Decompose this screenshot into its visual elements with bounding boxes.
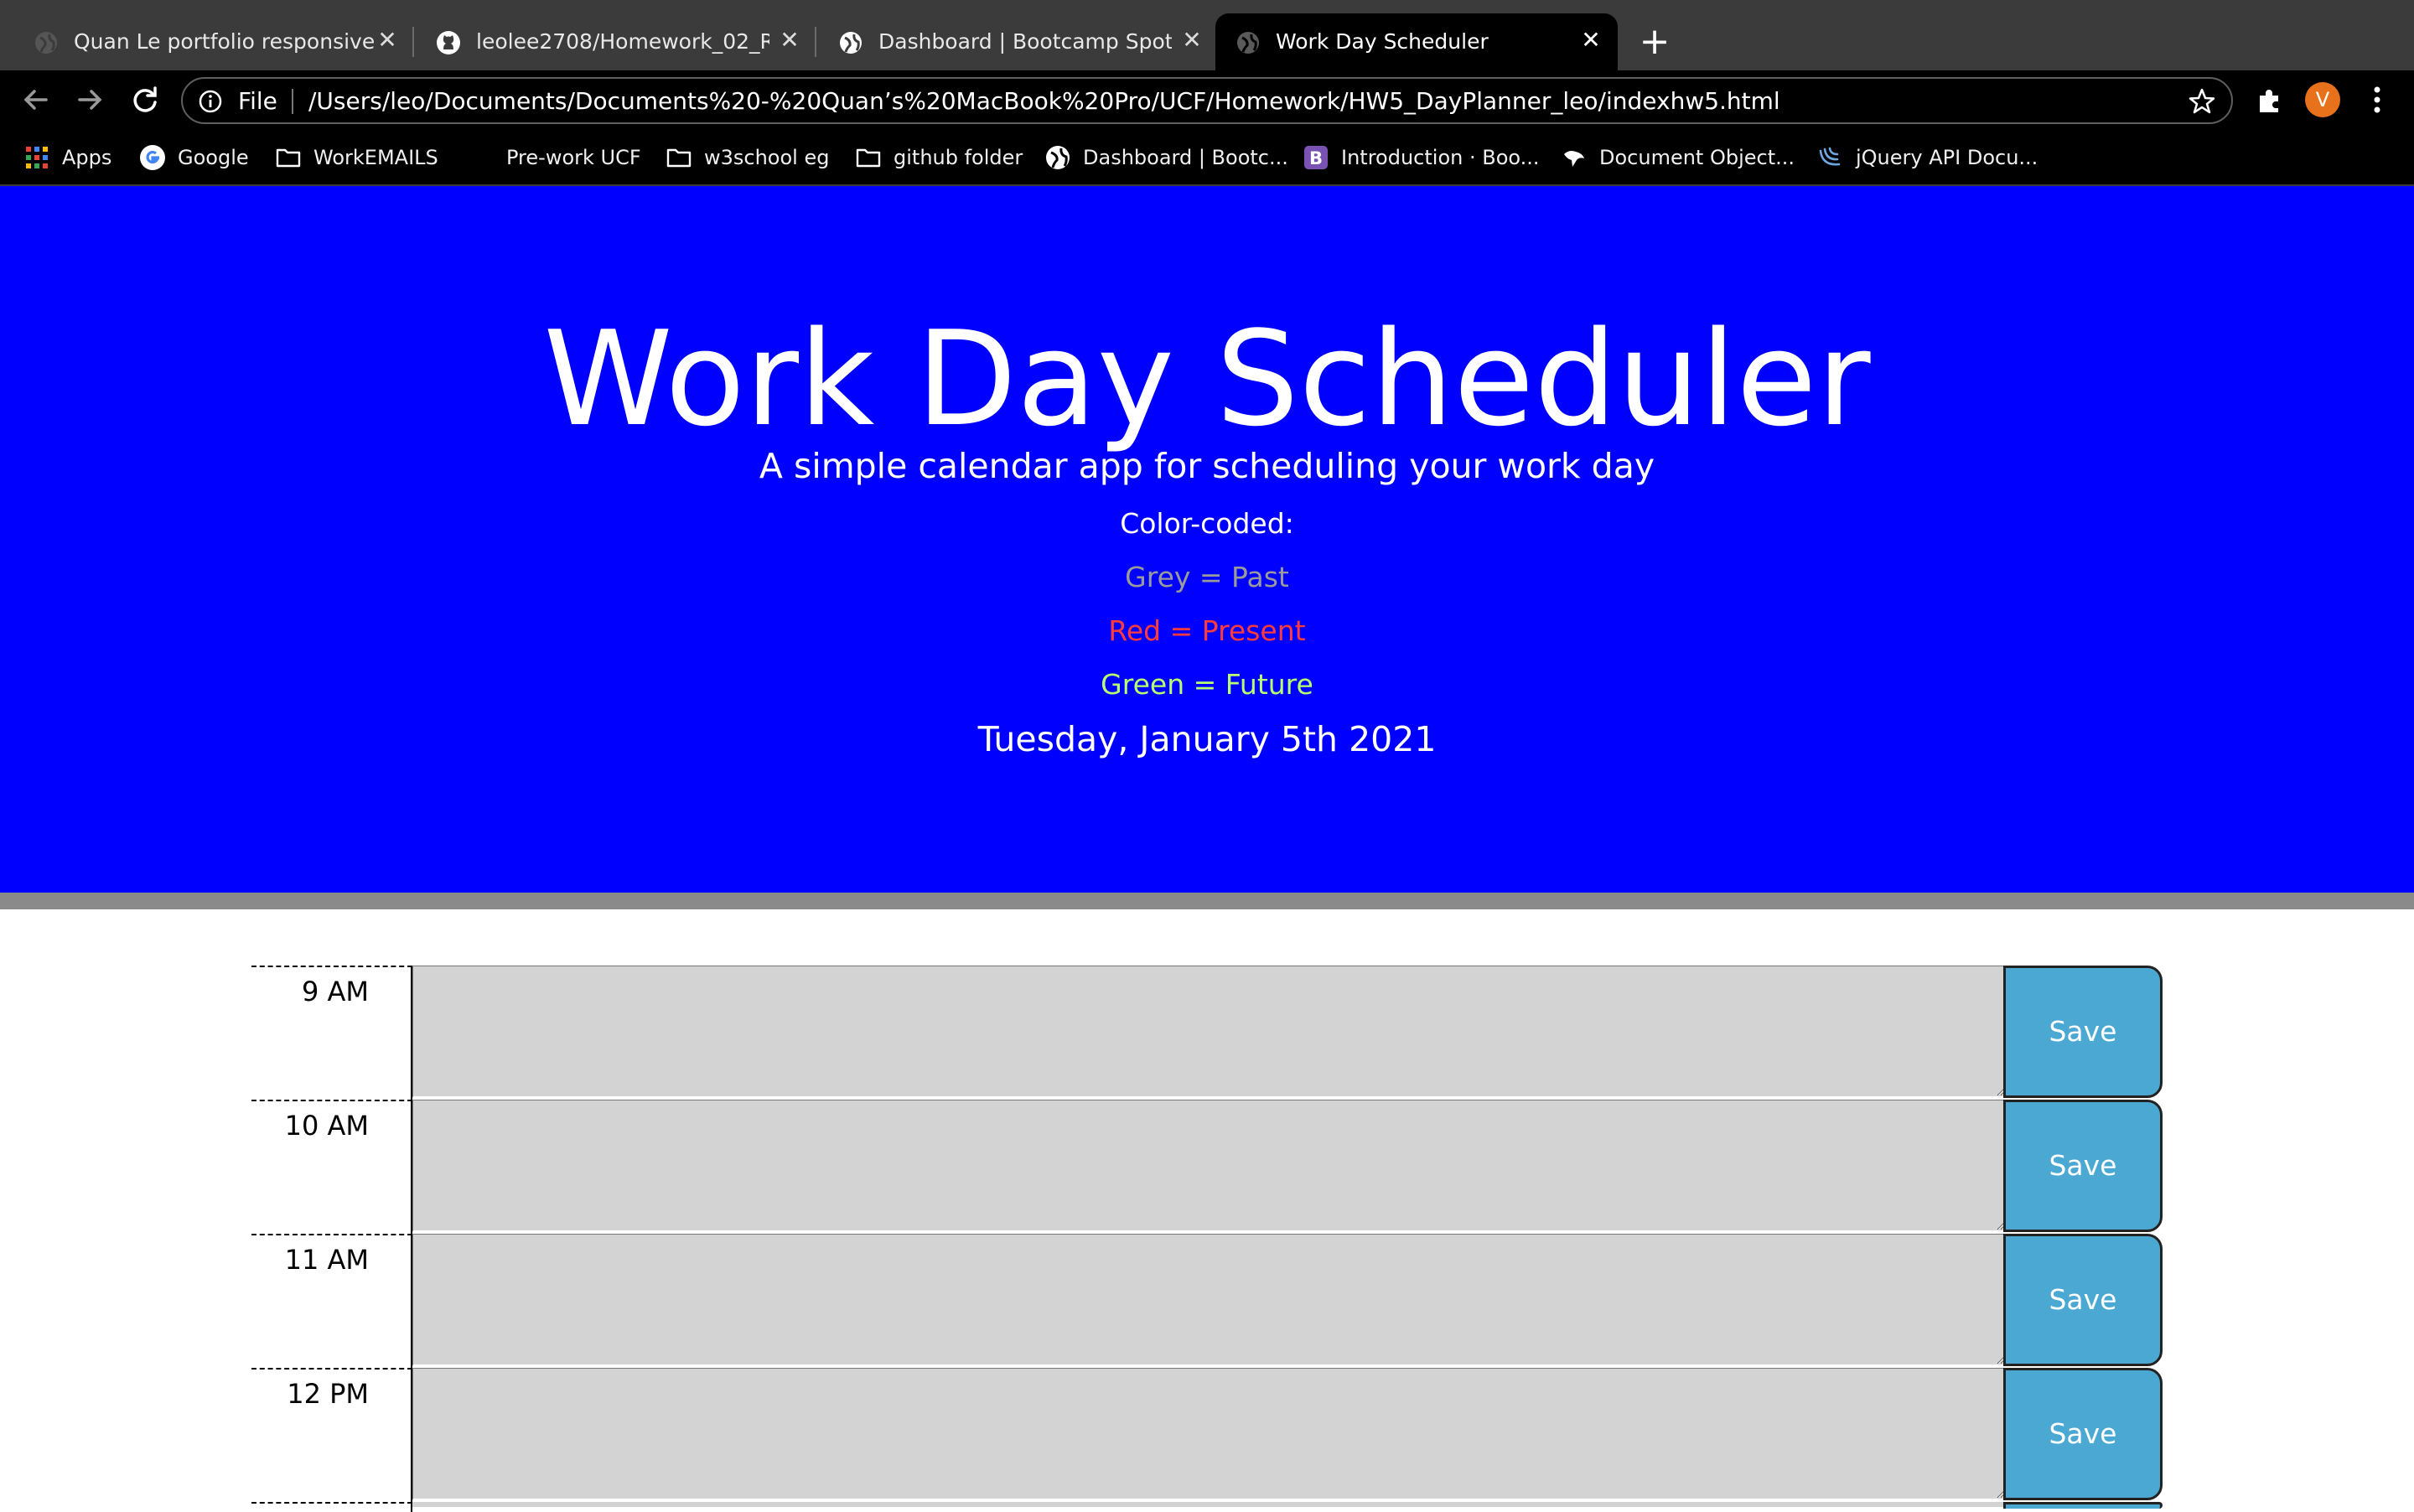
current-day: Tuesday, January 5th 2021 — [977, 719, 1437, 759]
save-button[interactable]: Save — [2003, 966, 2163, 1098]
timeblock-row: 11 AM Save — [251, 1234, 2163, 1368]
bookmarks-bar: Apps Google WorkEMAILS Pre-work UCF w3sc… — [0, 129, 2414, 186]
save-button[interactable]: Save — [2003, 1368, 2163, 1500]
tab-title: Quan Le portfolio responsive p — [74, 29, 376, 54]
bookmark-star-icon[interactable] — [2188, 87, 2216, 116]
bookmark-jquery-api[interactable]: jQuery API Docu... — [1817, 141, 2038, 174]
hour-label: 11 AM — [251, 1234, 412, 1368]
bootstrap-icon: B — [1304, 146, 1328, 169]
bookmark-label: Apps — [62, 146, 112, 169]
timeblock-row: 9 AM Save — [251, 966, 2163, 1100]
page-title: Work Day Scheduler — [543, 303, 1871, 455]
back-arrow-icon[interactable] — [18, 82, 54, 117]
scheme-label: File — [238, 87, 277, 115]
save-button[interactable]: Save — [2003, 1234, 2163, 1366]
jumbotron-header: Work Day Scheduler A simple calendar app… — [0, 186, 2414, 893]
bookmark-dashboard[interactable]: Dashboard | Bootc... — [1044, 141, 1288, 174]
url-text[interactable]: /Users/leo/Documents/Documents%20-%20Qua… — [308, 86, 1780, 117]
profile-avatar[interactable]: V — [2305, 82, 2340, 117]
globe-icon — [1237, 32, 1259, 54]
more-menu-icon[interactable] — [2365, 82, 2389, 117]
tab-portfolio[interactable]: Quan Le portfolio responsive p ✕ — [13, 13, 407, 70]
close-icon[interactable]: ✕ — [1177, 25, 1207, 55]
tab-work-day-scheduler[interactable]: Work Day Scheduler ✕ — [1215, 13, 1618, 70]
bookmark-prework-ucf[interactable]: Pre-work UCF — [506, 141, 641, 174]
bookmark-apps[interactable]: Apps — [23, 141, 111, 174]
browser-toolbar: File /Users/leo/Documents/Documents%20-%… — [0, 70, 2414, 129]
close-icon[interactable]: ✕ — [372, 25, 402, 55]
hour-label: 10 AM — [251, 1100, 412, 1234]
bookmark-w3school[interactable]: w3school eg — [666, 141, 829, 174]
mdn-icon — [1564, 151, 1584, 167]
folder-icon — [276, 148, 301, 168]
header-border — [0, 893, 2414, 909]
close-icon[interactable]: ✕ — [774, 25, 805, 55]
bookmark-label: Dashboard | Bootc... — [1083, 146, 1288, 169]
address-divider — [292, 89, 293, 114]
tab-separator — [815, 27, 816, 57]
bookmark-label: Google — [178, 146, 249, 169]
bookmark-workemails[interactable]: WorkEMAILS — [275, 141, 438, 174]
timeblock-row-partial — [251, 1502, 2163, 1512]
bookmark-github-folder[interactable]: github folder — [855, 141, 1023, 174]
timeblock-row: 10 AM Save — [251, 1100, 2163, 1234]
tab-separator — [412, 27, 414, 57]
apps-grid-icon — [26, 147, 48, 168]
hour-label-partial — [251, 1502, 412, 1512]
tab-title: Work Day Scheduler — [1276, 29, 1489, 54]
info-icon[interactable] — [198, 89, 223, 114]
bookmark-label: Introduction · Boo... — [1341, 146, 1540, 169]
save-button[interactable]: Save — [2003, 1100, 2163, 1232]
extensions-puzzle-icon[interactable] — [2255, 85, 2285, 116]
new-tab-button[interactable]: + — [1636, 20, 1673, 64]
tab-strip: Quan Le portfolio responsive p ✕ leolee2… — [0, 0, 2414, 70]
event-textarea[interactable] — [412, 1368, 2005, 1500]
legend-heading: Color-coded: — [1120, 507, 1294, 540]
bookmark-label: Pre-work UCF — [506, 146, 641, 169]
jquery-icon — [1819, 147, 1841, 166]
legend-past: Grey = Past — [1125, 561, 1289, 593]
globe-icon — [840, 32, 862, 54]
folder-icon — [856, 148, 881, 168]
globe-icon — [35, 32, 57, 54]
event-textarea[interactable] — [412, 1234, 2005, 1366]
bookmark-label: github folder — [894, 146, 1023, 169]
address-bar[interactable]: File /Users/leo/Documents/Documents%20-%… — [181, 77, 2233, 124]
page-lead: A simple calendar app for scheduling you… — [759, 446, 1655, 486]
tab-bootcamp-spot[interactable]: Dashboard | Bootcamp Spot ✕ — [818, 13, 1212, 70]
event-textarea[interactable] — [412, 966, 2005, 1098]
bookmark-google[interactable]: Google — [139, 141, 249, 174]
hour-label: 12 PM — [251, 1368, 412, 1502]
hour-label: 9 AM — [251, 966, 412, 1100]
bookmark-label: Document Object... — [1599, 146, 1795, 169]
event-area-partial — [412, 1502, 2005, 1509]
github-icon — [437, 31, 460, 54]
timeblock-row: 12 PM Save — [251, 1368, 2163, 1502]
legend-present: Red = Present — [1108, 614, 1306, 647]
tab-title: Dashboard | Bootcamp Spot — [878, 29, 1172, 54]
forward-arrow-icon[interactable] — [72, 82, 107, 117]
save-button-partial — [2003, 1502, 2163, 1509]
bookmark-bootstrap[interactable]: B Introduction · Boo... — [1303, 141, 1540, 174]
bookmark-label: w3school eg — [704, 146, 830, 169]
svg-text:B: B — [1309, 148, 1323, 168]
bookmark-mdn-dom[interactable]: Document Object... — [1561, 141, 1795, 174]
bookmark-label: jQuery API Docu... — [1856, 146, 2038, 169]
tab-title: leolee2708/Homework_02_Res — [476, 29, 769, 54]
folder-icon — [666, 148, 692, 168]
legend-future: Green = Future — [1101, 668, 1313, 701]
google-icon — [140, 145, 165, 170]
tab-github[interactable]: leolee2708/Homework_02_Res ✕ — [416, 13, 810, 70]
event-textarea[interactable] — [412, 1100, 2005, 1232]
bookmark-label: WorkEMAILS — [313, 146, 438, 169]
reload-icon[interactable] — [127, 82, 163, 117]
close-icon[interactable]: ✕ — [1576, 25, 1606, 55]
globe-icon — [1046, 146, 1070, 169]
